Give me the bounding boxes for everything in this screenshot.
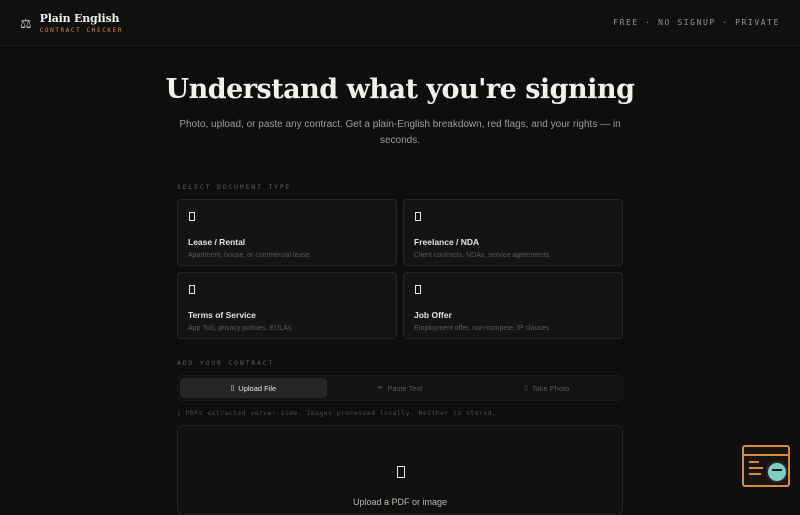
card-description: Client contracts, NDAs, service agreemen… [414,252,550,259]
text-line [749,461,759,463]
text-line [749,473,761,475]
header-tagline: FREE · NO SIGNUP · PRIVATE [613,18,780,27]
file-icon [397,466,405,478]
add-contract-label: ADD YOUR CONTRACT [177,359,275,367]
main-content: SELECT DOCUMENT TYPE Lease / Rental Apar… [177,183,623,515]
card-description: App ToS, privacy policies, EULAs [188,325,292,332]
floating-helper-button[interactable] [742,445,790,487]
card-title: Freelance / NDA [414,237,480,247]
brand[interactable]: ⚖ Plain English CONTRACT CHECKER [20,12,123,34]
tab-label: Take Photo [531,383,570,393]
camera-icon: ▯ [523,385,528,392]
document-type-grid: Lease / Rental Apartment, house, or comm… [177,199,623,339]
tab-label: Paste Text [387,383,423,393]
card-title: Terms of Service [188,310,256,320]
magnifier-detail [772,469,782,471]
document-type-label: SELECT DOCUMENT TYPE [177,183,292,191]
dropzone-text: Upload a PDF or image [352,497,448,507]
tab-label: Upload File [238,383,277,393]
card-description: Employment offer, non-compete, IP clause… [414,325,550,332]
tab-upload-file[interactable]: ▯ Upload File [180,378,327,398]
doc-type-lease[interactable]: Lease / Rental Apartment, house, or comm… [177,199,397,266]
page-title: Understand what you're signing [165,74,635,105]
card-title: Job Offer [414,310,452,320]
document-icon [415,285,421,294]
card-title: Lease / Rental [188,237,246,247]
app-header: ⚖ Plain English CONTRACT CHECKER FREE · … [0,0,800,46]
card-description: Apartment, house, or commercial lease [188,252,310,259]
brand-subtitle: CONTRACT CHECKER [39,26,124,34]
scales-icon: ⚖ [20,15,32,31]
tab-paste-text[interactable]: ✏ Paste Text [327,378,474,398]
doc-type-freelance[interactable]: Freelance / NDA Client contracts, NDAs, … [403,199,623,266]
text-line [749,467,763,469]
privacy-note: ▯ PDFs extracted server-side. Images pro… [177,409,497,417]
tab-take-photo[interactable]: ▯ Take Photo [473,378,620,398]
page-subtitle: Photo, upload, or paste any contract. Ge… [179,119,621,146]
doc-type-terms[interactable]: Terms of Service App ToS, privacy polici… [177,272,397,339]
document-icon [189,212,195,221]
file-dropzone[interactable]: Upload a PDF or image [177,425,623,515]
window-bar [744,447,788,456]
brand-name: Plain English [39,11,120,25]
doc-type-job-offer[interactable]: Job Offer Employment offer, non-compete,… [403,272,623,339]
input-method-tabs: ▯ Upload File ✏ Paste Text ▯ Take Photo [177,375,623,401]
document-icon [189,285,195,294]
document-icon [415,212,421,221]
upload-icon: ▯ [230,385,235,392]
magnifier-icon [766,461,788,483]
pencil-icon: ✏ [377,385,384,392]
